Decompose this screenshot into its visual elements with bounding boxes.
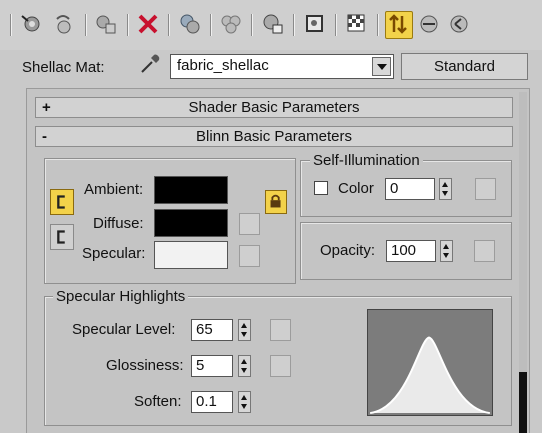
rollout-blinn-basic[interactable]: - Blinn Basic Parameters <box>35 126 513 147</box>
show-map-icon[interactable] <box>303 12 327 36</box>
specular-level-spinner[interactable] <box>238 319 251 341</box>
highlight-curve <box>369 336 491 415</box>
toolbar-separator <box>10 14 12 36</box>
self-illumination-map-button[interactable] <box>475 178 496 200</box>
soften-field[interactable]: 0.1 <box>191 391 233 413</box>
diffuse-map-button[interactable] <box>239 213 260 235</box>
get-material-icon[interactable] <box>20 12 44 36</box>
toolbar-separator <box>251 14 253 36</box>
chevron-down-icon[interactable] <box>372 57 391 76</box>
rollout-collapse-sign: - <box>42 128 47 145</box>
opacity-label: Opacity: <box>320 242 376 259</box>
toolbar-separator <box>85 14 87 36</box>
soften-label: Soften: <box>134 393 182 410</box>
make-unique-icon[interactable] <box>178 12 202 36</box>
glossiness-map-button[interactable] <box>270 355 291 377</box>
glossiness-spinner[interactable] <box>238 355 251 377</box>
specular-level-field[interactable]: 65 <box>191 319 233 341</box>
diffuse-color-swatch[interactable] <box>154 209 228 237</box>
put-to-scene-icon[interactable] <box>52 12 76 36</box>
lock-diffuse-specular-button[interactable] <box>50 224 74 250</box>
show-end-result-icon[interactable] <box>345 12 369 36</box>
specular-level-map-button[interactable] <box>270 319 291 341</box>
toolbar-separator <box>210 14 212 36</box>
material-label: Shellac Mat: <box>22 59 105 76</box>
rollout-title: Blinn Basic Parameters <box>196 128 352 145</box>
glossiness-label: Glossiness: <box>106 357 184 374</box>
diffuse-label: Diffuse: <box>93 215 144 232</box>
rollout-title: Shader Basic Parameters <box>188 99 360 116</box>
specular-color-swatch[interactable] <box>154 241 228 269</box>
soften-spinner[interactable] <box>238 391 251 413</box>
toolbar-separator <box>335 14 337 36</box>
toolbar-separator <box>127 14 129 36</box>
toolbar-separator <box>377 14 379 36</box>
rollout-shader-basic[interactable]: + Shader Basic Parameters <box>35 97 513 118</box>
opacity-map-button[interactable] <box>474 240 495 262</box>
specular-level-label: Specular Level: <box>72 321 176 338</box>
toolbar-separator <box>293 14 295 36</box>
material-id-channel-icon[interactable] <box>261 12 285 36</box>
put-to-library-icon[interactable] <box>219 12 243 36</box>
self-illumination-legend: Self-Illumination <box>310 152 423 169</box>
highlight-curve-graph <box>367 309 493 416</box>
opacity-spinner[interactable] <box>440 240 453 262</box>
self-illumination-value-field[interactable]: 0 <box>385 178 435 200</box>
lock-ambient-diffuse-button[interactable] <box>50 189 74 215</box>
specular-label: Specular: <box>82 245 146 262</box>
go-to-parent-icon[interactable] <box>385 11 413 39</box>
material-type-button[interactable]: Standard <box>401 53 528 80</box>
lock-icon[interactable] <box>265 190 287 214</box>
reset-map-icon[interactable] <box>136 12 160 36</box>
specular-highlights-legend: Specular Highlights <box>53 288 189 305</box>
panel-scrollbar-thumb[interactable] <box>519 372 527 433</box>
material-editor-toolbar <box>0 0 542 50</box>
glossiness-field[interactable]: 5 <box>191 355 233 377</box>
material-name-combo[interactable]: fabric_shellac <box>170 54 394 79</box>
material-name-value: fabric_shellac <box>177 57 269 74</box>
assign-to-selection-icon[interactable] <box>94 12 118 36</box>
self-illumination-spinner[interactable] <box>439 178 452 200</box>
material-navigator-icon[interactable] <box>447 12 471 36</box>
ambient-color-swatch[interactable] <box>154 176 228 204</box>
opacity-value-field[interactable]: 100 <box>386 240 436 262</box>
specular-map-button[interactable] <box>239 245 260 267</box>
eyedropper-icon[interactable] <box>138 52 162 76</box>
go-forward-to-sibling-icon[interactable] <box>417 12 441 36</box>
self-illumination-color-checkbox[interactable] <box>314 181 328 195</box>
self-illumination-color-label: Color <box>338 180 374 197</box>
rollout-expand-sign: + <box>42 99 51 116</box>
toolbar-separator <box>168 14 170 36</box>
ambient-label: Ambient: <box>84 181 144 198</box>
